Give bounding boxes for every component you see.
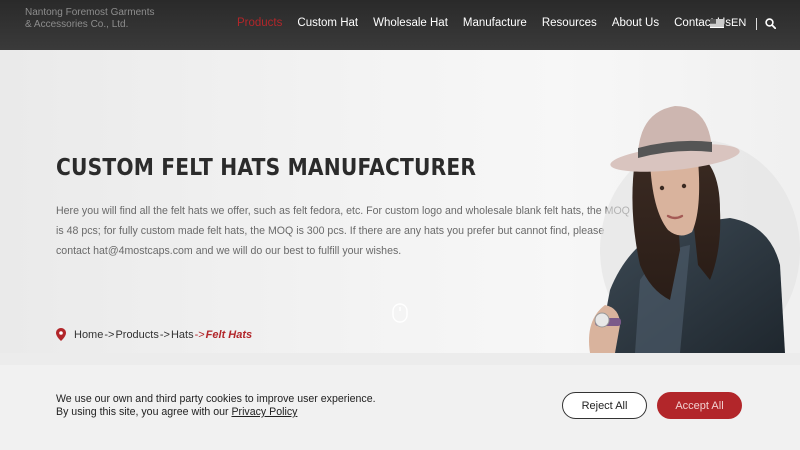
breadcrumb-home[interactable]: Home [74,329,103,341]
nav-resources[interactable]: Resources [542,17,597,29]
nav-custom-hat[interactable]: Custom Hat [297,17,358,29]
main-nav: Products Custom Hat Wholesale Hat Manufa… [237,17,746,29]
breadcrumb-separator: -> [104,328,115,341]
accept-all-button[interactable]: Accept All [657,392,742,419]
hero-banner: CUSTOM FELT HATS MANUFACTURER Here you w… [0,50,800,353]
cookie-line-1: We use our own and third party cookies t… [56,393,376,405]
language-selector[interactable]: EN [710,17,746,29]
cookie-message: We use our own and third party cookies t… [56,393,376,419]
language-label: EN [731,17,747,29]
nav-products[interactable]: Products [237,17,282,29]
mouse-scroll-icon[interactable] [391,303,409,323]
us-flag-icon [710,18,724,28]
nav-manufacture[interactable]: Manufacture [463,17,527,29]
breadcrumb-products[interactable]: Products [115,329,158,341]
privacy-policy-link[interactable]: Privacy Policy [231,406,297,418]
site-header: Nantong Foremost Garments & Accessories … [0,0,800,50]
breadcrumb-separator: -> [194,328,205,341]
cookie-consent-bar: We use our own and third party cookies t… [0,365,800,450]
location-pin-icon [56,328,66,341]
nav-about-us[interactable]: About Us [612,17,659,29]
company-logo-text[interactable]: Nantong Foremost Garments & Accessories … [25,7,155,31]
nav-wholesale-hat[interactable]: Wholesale Hat [373,17,448,29]
breadcrumb-separator: -> [159,328,170,341]
woman-in-felt-hat-image [589,106,800,353]
cookie-line-2: By using this site, you agree with our P… [56,406,376,419]
reject-all-button[interactable]: Reject All [562,392,647,419]
breadcrumb-current: Felt Hats [205,328,253,341]
page-title: CUSTOM FELT HATS MANUFACTURER [56,155,477,181]
breadcrumb: Home -> Products -> Hats -> Felt Hats [56,328,252,341]
header-divider [756,18,757,30]
cookie-line-2-text: By using this site, you agree with our [56,406,232,418]
hero-description: Here you will find all the felt hats we … [56,205,630,257]
breadcrumb-hats[interactable]: Hats [171,329,194,341]
search-icon[interactable] [765,18,776,29]
